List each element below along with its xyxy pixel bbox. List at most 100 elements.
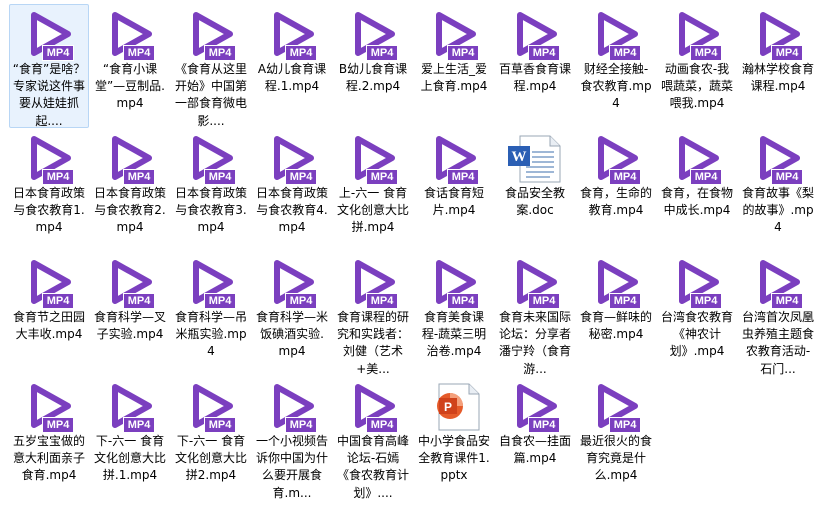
file-item[interactable]: MP4 食话食育短片.mp4 (414, 128, 494, 252)
file-icon: MP4 (350, 258, 398, 309)
file-icon: MP4 (593, 258, 641, 309)
mp4-badge: MP4 (690, 169, 722, 185)
file-icon: MP4 (26, 134, 74, 185)
mp4-badge: MP4 (123, 417, 155, 433)
file-item[interactable]: MP4 一个小视频告诉你中国为什么要开展食育.m... (252, 376, 332, 500)
file-item[interactable]: W 食品安全教案.doc (495, 128, 575, 252)
file-item[interactable]: MP4 自食农—挂面篇.mp4 (495, 376, 575, 500)
file-item[interactable]: MP4 动画食农-我喂蔬菜，蔬菜喂我.mp4 (657, 4, 737, 128)
file-item[interactable]: MP4 日本食育政策与食农教育2.mp4 (90, 128, 170, 252)
file-icon: MP4 (674, 258, 722, 309)
mp4-badge: MP4 (447, 45, 479, 61)
file-name-label: 日本食育政策与食农教育2.mp4 (93, 186, 166, 235)
file-item[interactable]: MP4 食育，生命的教育.mp4 (576, 128, 656, 252)
mp4-badge: MP4 (366, 293, 398, 309)
file-item[interactable]: MP4 瀚林学校食育课程.mp4 (738, 4, 818, 128)
file-item[interactable]: MP4 B幼儿食育课程.2.mp4 (333, 4, 413, 128)
file-item[interactable]: MP4 食育科学—叉子实验.mp4 (90, 252, 170, 376)
file-name-label: 日本食育政策与食农教育3.mp4 (174, 186, 247, 235)
file-name-label: 上-六一 食育文化创意大比拼.mp4 (336, 186, 409, 235)
mp4-badge: MP4 (771, 169, 803, 185)
file-icon: MP4 (512, 382, 560, 433)
file-name-label: 食育未来国际论坛：分享者潘宁羚（食育游... (498, 310, 571, 376)
file-icon: MP4 (188, 382, 236, 433)
file-icon: MP4 (26, 10, 74, 61)
file-item[interactable]: MP4 食育科学—吊米瓶实验.mp4 (171, 252, 251, 376)
mp4-badge: MP4 (609, 45, 641, 61)
mp4-badge: MP4 (690, 293, 722, 309)
file-item[interactable]: MP4 《食育从这里开始》中国第一部食育微电影.... (171, 4, 251, 128)
file-name-label: B幼儿食育课程.2.mp4 (338, 62, 408, 94)
file-icon: MP4 (350, 134, 398, 185)
svg-text:P: P (444, 400, 452, 414)
file-icon: MP4 (269, 134, 317, 185)
mp4-badge: MP4 (609, 417, 641, 433)
file-item[interactable]: MP4 下-六一 食育文化创意大比拼2.mp4 (171, 376, 251, 500)
file-item[interactable]: P 中小学食品安全教育课件1.pptx (414, 376, 494, 500)
file-item[interactable]: MP4 食育未来国际论坛：分享者潘宁羚（食育游... (495, 252, 575, 376)
file-item[interactable]: MP4 “食育小课堂”—豆制品.mp4 (90, 4, 170, 128)
mp4-badge: MP4 (123, 169, 155, 185)
file-icon: MP4 (107, 10, 155, 61)
file-icon: MP4 (107, 382, 155, 433)
mp4-badge: MP4 (528, 417, 560, 433)
file-item[interactable]: MP4 食育课程的研究和实践者：刘健（艺术+美... (333, 252, 413, 376)
file-item[interactable]: MP4 财经全接触-食农教育.mp4 (576, 4, 656, 128)
file-icon: MP4 (431, 258, 479, 309)
file-item[interactable]: MP4 中国食育高峰论坛-石嫣《食农教育计划》.... (333, 376, 413, 500)
file-name-label: 台湾食农教育《神农计划》.mp4 (660, 310, 733, 359)
file-name-label: 食育节之田园大丰收.mp4 (12, 310, 85, 342)
file-icon: MP4 (269, 258, 317, 309)
file-item[interactable]: MP4 上-六一 食育文化创意大比拼.mp4 (333, 128, 413, 252)
file-item[interactable]: MP4 百草香食育课程.mp4 (495, 4, 575, 128)
file-item[interactable]: MP4 日本食育政策与食农教育4.mp4 (252, 128, 332, 252)
file-item[interactable]: MP4 爱上生活_爱上食育.mp4 (414, 4, 494, 128)
file-name-label: 食育故事《梨的故事》.mp4 (741, 186, 814, 235)
file-item[interactable]: MP4 台湾食农教育《神农计划》.mp4 (657, 252, 737, 376)
file-icon: MP4 (269, 382, 317, 433)
file-item[interactable]: MP4 最近很火的食育究竟是什么.mp4 (576, 376, 656, 500)
file-name-label: 百草香食育课程.mp4 (498, 62, 571, 94)
mp4-badge: MP4 (366, 169, 398, 185)
file-item[interactable]: MP4 食育，在食物中成长.mp4 (657, 128, 737, 252)
file-item[interactable]: MP4 食育节之田园大丰收.mp4 (9, 252, 89, 376)
mp4-badge: MP4 (42, 293, 74, 309)
mp4-badge: MP4 (609, 293, 641, 309)
file-item[interactable]: MP4 台湾首次凤凰虫养殖主题食农教育活动-石门... (738, 252, 818, 376)
file-icon: MP4 (188, 258, 236, 309)
mp4-badge: MP4 (528, 293, 560, 309)
mp4-badge: MP4 (285, 293, 317, 309)
file-icon: MP4 (350, 382, 398, 433)
mp4-badge: MP4 (42, 169, 74, 185)
file-name-label: “食育小课堂”—豆制品.mp4 (94, 62, 166, 111)
file-icon: MP4 (593, 382, 641, 433)
file-name-label: 食育，在食物中成长.mp4 (660, 186, 733, 218)
file-item[interactable]: MP4 食育科学—米饭碘酒实验.mp4 (252, 252, 332, 376)
file-name-label: 中小学食品安全教育课件1.pptx (417, 434, 490, 483)
file-name-label: 下-六一 食育文化创意大比拼.1.mp4 (93, 434, 166, 483)
mp4-badge: MP4 (42, 417, 74, 433)
file-item[interactable]: MP4 日本食育政策与食农教育3.mp4 (171, 128, 251, 252)
mp4-badge: MP4 (123, 293, 155, 309)
svg-text:W: W (512, 149, 527, 165)
file-item[interactable]: MP4 食育—鲜味的秘密.mp4 (576, 252, 656, 376)
file-item[interactable]: MP4 食育美食课程-蔬菜三明治卷.mp4 (414, 252, 494, 376)
mp4-badge: MP4 (123, 45, 155, 61)
file-icon: MP4 (188, 10, 236, 61)
file-item[interactable]: MP4 下-六一 食育文化创意大比拼.1.mp4 (90, 376, 170, 500)
file-name-label: A幼儿食育课程.1.mp4 (257, 62, 327, 94)
file-item[interactable]: MP4 五岁宝宝做的意大利面亲子食育.mp4 (9, 376, 89, 500)
file-icon: MP4 (188, 134, 236, 185)
file-icon: MP4 (350, 10, 398, 61)
file-item[interactable]: MP4 食育故事《梨的故事》.mp4 (738, 128, 818, 252)
file-icon: MP4 (593, 10, 641, 61)
file-item[interactable]: MP4 “食育”是啥？专家说这件事要从娃娃抓起.... (9, 4, 89, 128)
file-item[interactable]: MP4 A幼儿食育课程.1.mp4 (252, 4, 332, 128)
file-item[interactable]: MP4 日本食育政策与食农教育1.mp4 (9, 128, 89, 252)
file-icon: MP4 (593, 134, 641, 185)
file-icon: MP4 (431, 134, 479, 185)
mp4-badge: MP4 (204, 293, 236, 309)
file-name-label: 食育科学—叉子实验.mp4 (93, 310, 166, 342)
file-name-label: 自食农—挂面篇.mp4 (498, 434, 571, 466)
file-icon: MP4 (26, 382, 74, 433)
